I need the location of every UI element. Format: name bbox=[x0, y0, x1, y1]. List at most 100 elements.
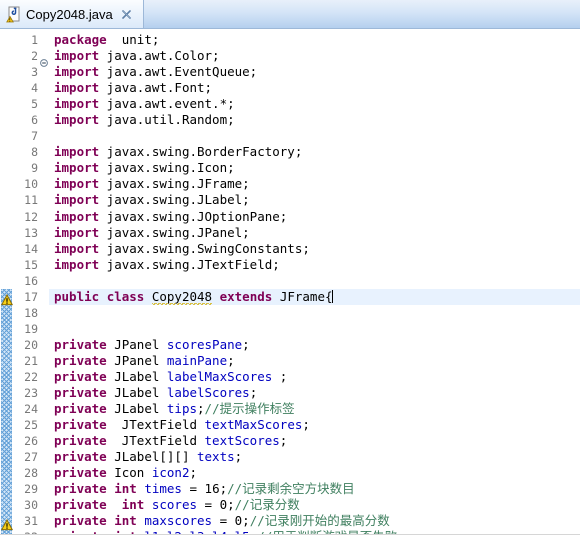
code-line[interactable]: private Icon icon2; bbox=[54, 465, 580, 481]
code-token: int bbox=[114, 481, 137, 497]
code-line[interactable]: import java.awt.event.*; bbox=[54, 96, 580, 112]
code-token: private bbox=[54, 336, 107, 352]
line-number: 17 bbox=[24, 289, 38, 304]
line-number: 9 bbox=[31, 161, 38, 176]
code-line[interactable]: import java.util.Random; bbox=[54, 112, 580, 128]
code-line[interactable]: private JLabel labelMaxScores ; bbox=[54, 369, 580, 385]
code-token: javax.swing.SwingConstants; bbox=[99, 240, 310, 256]
line-number: 28 bbox=[24, 466, 38, 481]
code-line[interactable] bbox=[54, 321, 580, 337]
fold-toggle-icon[interactable] bbox=[40, 52, 48, 67]
code-folding-column[interactable] bbox=[39, 29, 49, 542]
code-token: maxscores bbox=[144, 513, 213, 529]
code-token: JLabel bbox=[106, 368, 167, 384]
code-token: texts bbox=[197, 449, 235, 465]
code-token: ; bbox=[302, 417, 310, 433]
code-line[interactable]: private int times = 16;//记录剩余空方块数目 bbox=[54, 481, 580, 497]
code-line[interactable]: import javax.swing.SwingConstants; bbox=[54, 241, 580, 257]
code-token: private bbox=[54, 385, 107, 401]
code-token: private bbox=[54, 401, 107, 417]
line-number: 2 bbox=[31, 49, 38, 64]
code-token: package bbox=[54, 32, 107, 47]
code-line[interactable]: public class Copy2048 extends JFrame{ bbox=[54, 288, 580, 305]
line-number: 20 bbox=[24, 337, 38, 352]
code-line[interactable] bbox=[54, 305, 580, 321]
code-line[interactable]: private JTextField textScores; bbox=[54, 433, 580, 449]
warning-triangle-icon[interactable] bbox=[0, 516, 14, 530]
code-token: JLabel[][] bbox=[106, 449, 197, 465]
line-number: 16 bbox=[24, 273, 38, 288]
code-line[interactable]: import javax.swing.BorderFactory; bbox=[54, 144, 580, 160]
line-number: 14 bbox=[24, 241, 38, 256]
code-line[interactable]: import java.awt.Font; bbox=[54, 80, 580, 96]
code-token: labelScores bbox=[166, 385, 250, 401]
code-token: java.awt.event.*; bbox=[99, 96, 235, 112]
code-token: JLabel bbox=[106, 401, 167, 417]
code-token: import bbox=[54, 224, 100, 240]
code-token: JTextField bbox=[106, 433, 205, 449]
code-token: extends bbox=[219, 288, 273, 304]
code-line[interactable]: private JLabel labelScores; bbox=[54, 385, 580, 401]
code-token: import bbox=[54, 192, 100, 208]
code-token: //记录分数 bbox=[234, 497, 300, 513]
editor-tab-bar: Copy2048.java bbox=[0, 0, 580, 29]
code-line[interactable]: private JPanel scoresPane; bbox=[54, 337, 580, 353]
code-token: import bbox=[54, 80, 100, 96]
line-number: 3 bbox=[31, 65, 38, 80]
code-token: = 0; bbox=[212, 513, 250, 529]
code-line[interactable]: import java.awt.Color; bbox=[54, 48, 580, 64]
annotation-marker-bar[interactable] bbox=[0, 29, 14, 542]
line-number: 19 bbox=[24, 321, 38, 336]
code-line[interactable] bbox=[54, 128, 580, 144]
code-line[interactable]: package unit; bbox=[54, 32, 580, 48]
code-token: javax.swing.BorderFactory; bbox=[99, 144, 303, 160]
code-token: textMaxScores bbox=[204, 417, 303, 433]
code-token: Icon bbox=[106, 465, 152, 481]
code-token: java.awt.Font; bbox=[99, 80, 213, 96]
line-number: 22 bbox=[24, 369, 38, 384]
text-caret bbox=[331, 289, 333, 303]
line-number: 23 bbox=[24, 386, 38, 401]
code-editor-area[interactable]: 1 2 3 4 5 6 7 8 9 10 11 12 13 14 15 16 17 18 19 20 21 22 23 24 2… bbox=[0, 29, 580, 542]
code-token: JTextField bbox=[106, 417, 205, 433]
code-token: int bbox=[114, 513, 137, 529]
code-token: = 0; bbox=[197, 497, 235, 513]
code-line[interactable]: private int maxscores = 0;//记录刚开始的最高分数 bbox=[54, 513, 580, 529]
code-line[interactable]: import javax.swing.Icon; bbox=[54, 160, 580, 176]
code-token: ; bbox=[279, 433, 288, 449]
editor-tab-copy2048[interactable]: Copy2048.java bbox=[0, 0, 144, 28]
code-token: import bbox=[54, 112, 100, 128]
code-token: private bbox=[54, 368, 107, 384]
code-token: int bbox=[121, 497, 145, 513]
code-line[interactable]: import javax.swing.JLabel; bbox=[54, 192, 580, 208]
code-token: private bbox=[54, 433, 107, 449]
code-token: import bbox=[54, 96, 100, 112]
code-token: import bbox=[54, 160, 100, 176]
code-line[interactable]: import javax.swing.JPanel; bbox=[54, 225, 580, 241]
code-line[interactable]: import java.awt.EventQueue; bbox=[54, 64, 580, 80]
code-token: //提示操作标签 bbox=[204, 401, 295, 417]
code-line[interactable]: import javax.swing.JFrame; bbox=[54, 176, 580, 192]
code-line[interactable]: private JLabel tips;//提示操作标签 bbox=[54, 401, 580, 417]
code-line[interactable]: import javax.swing.JOptionPane; bbox=[54, 209, 580, 225]
line-number: 30 bbox=[24, 498, 38, 513]
close-icon[interactable] bbox=[120, 8, 133, 21]
code-line[interactable]: private int scores = 0;//记录分数 bbox=[54, 497, 580, 513]
code-token: java.awt.Color; bbox=[99, 48, 220, 64]
code-line[interactable]: private JPanel mainPane; bbox=[54, 353, 580, 369]
code-line[interactable]: private JTextField textMaxScores; bbox=[54, 417, 580, 433]
code-line[interactable] bbox=[54, 273, 580, 289]
code-line[interactable]: private JLabel[][] texts; bbox=[54, 449, 580, 465]
code-line[interactable]: import javax.swing.JTextField; bbox=[54, 257, 580, 273]
code-token: ; bbox=[227, 352, 235, 368]
code-token: times bbox=[144, 481, 182, 497]
java-file-warning-icon bbox=[6, 6, 21, 23]
code-token: = 16; bbox=[181, 481, 228, 497]
line-number: 26 bbox=[24, 434, 38, 449]
source-code-text[interactable]: package unit; import java.awt.Color; impor… bbox=[49, 29, 580, 542]
warning-triangle-icon[interactable] bbox=[0, 291, 14, 306]
code-token: mainPane bbox=[166, 352, 228, 368]
